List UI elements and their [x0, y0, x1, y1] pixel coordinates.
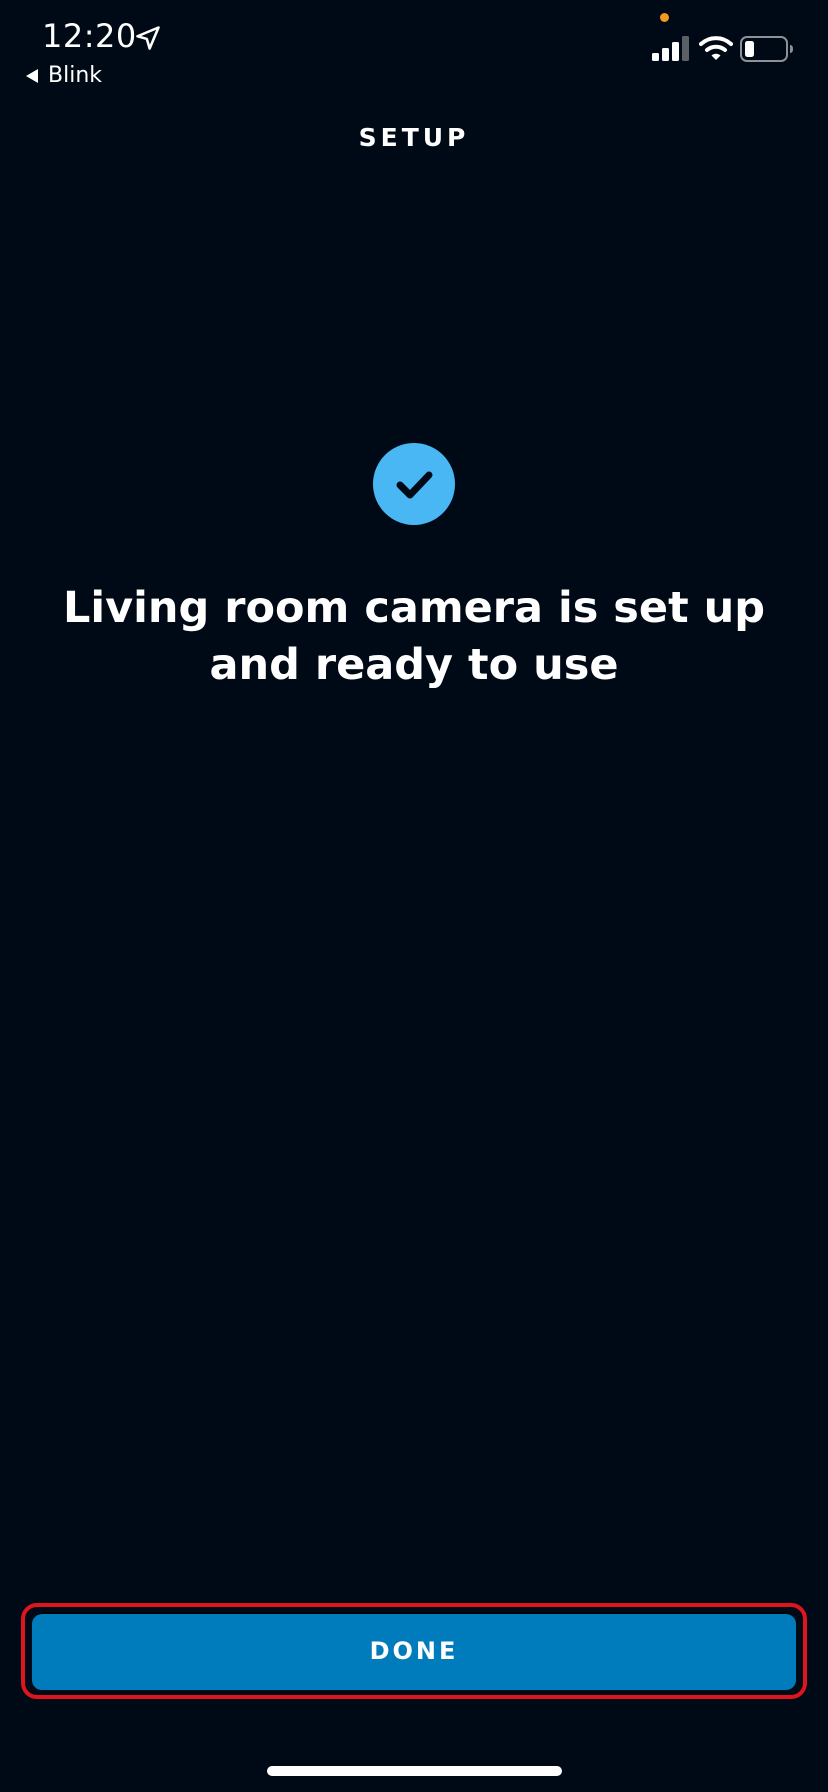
- check-circle-icon: [373, 443, 455, 525]
- privacy-indicator-dot: [660, 13, 669, 22]
- back-arrow-icon: [26, 69, 38, 83]
- status-bar: 12:20 Blink: [0, 0, 828, 100]
- back-app-label: Blink: [48, 63, 103, 88]
- location-arrow-icon: [136, 26, 160, 50]
- home-indicator[interactable]: [267, 1766, 562, 1776]
- signal-icon: [652, 36, 689, 61]
- done-button[interactable]: DONE: [32, 1612, 796, 1690]
- page-title: SETUP: [358, 123, 470, 152]
- wifi-icon: [699, 36, 733, 60]
- battery-icon: [740, 36, 793, 62]
- status-time: 12:20: [42, 17, 137, 55]
- setup-complete-message: Living room camera is set up and ready t…: [63, 583, 765, 690]
- back-to-app-link[interactable]: Blink: [24, 60, 102, 92]
